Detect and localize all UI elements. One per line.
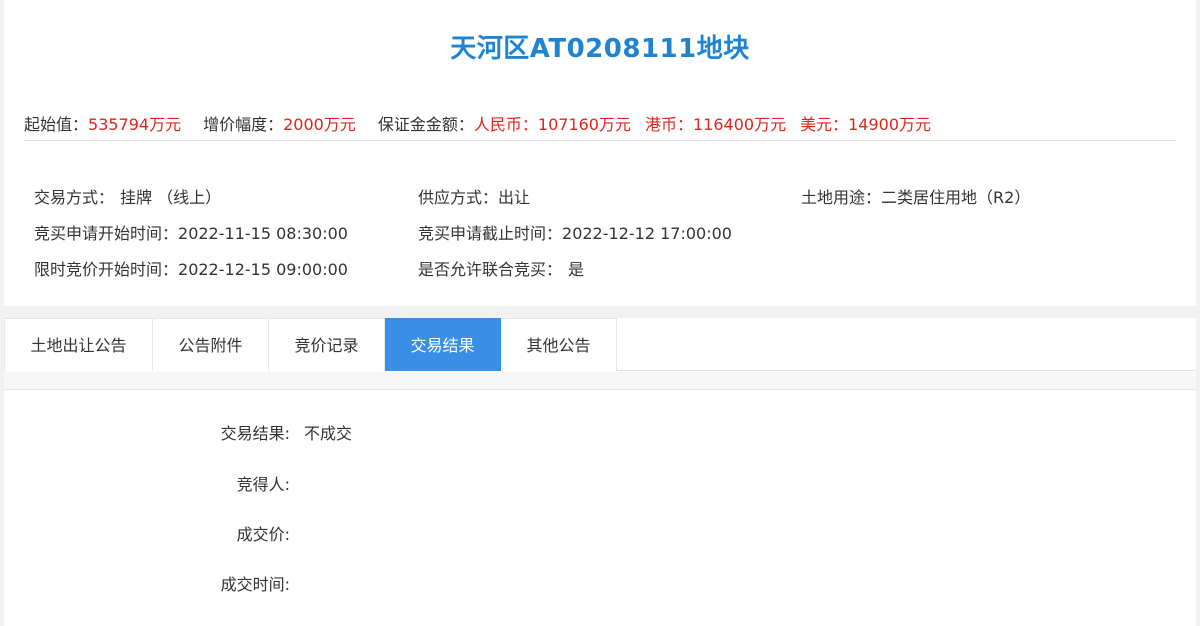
apply-start-time: 竞买申请开始时间：2022-11-15 08:30:00 [34, 220, 348, 244]
tab-announcement-attachments[interactable]: 公告附件 [153, 318, 269, 371]
apply-end-label: 竞买申请截止时间： [418, 224, 563, 243]
deposit-hkd-value: 116400万元 [693, 115, 787, 134]
result-time-row: 成交时间: [4, 571, 304, 595]
land-use-label: 土地用途： [801, 188, 882, 207]
tab-other-announcements[interactable]: 其他公告 [501, 318, 617, 371]
result-winner-label: 竞得人: [236, 475, 290, 494]
trade-method-label: 交易方式： [34, 188, 115, 207]
joint-bid-label: 是否允许联合竞买： [418, 260, 563, 279]
supply-method: 供应方式：出让 [418, 184, 530, 208]
deposit-usd-value: 14900万元 [848, 115, 932, 134]
result-price-row: 成交价: [4, 521, 304, 545]
deposit-label: 保证金金额： [377, 115, 474, 134]
joint-bid: 是否允许联合竞买： 是 [418, 256, 584, 280]
increment-label: 增价幅度： [203, 115, 284, 134]
apply-start-value: 2022-11-15 08:30:00 [178, 224, 348, 243]
tab-transaction-result[interactable]: 交易结果 [385, 318, 501, 371]
bid-start-time: 限时竞价开始时间：2022-12-15 09:00:00 [34, 256, 348, 280]
bid-start-label: 限时竞价开始时间： [34, 260, 179, 279]
divider [24, 140, 1176, 141]
deposit-hkd-label: 港币： [644, 115, 693, 134]
result-status-label: 交易结果: [220, 424, 290, 443]
deposit-rmb-value: 107160万元 [537, 115, 631, 134]
detail-panel: 土地出让公告 公告附件 竞价记录 交易结果 其他公告 交易结果: 不成交 竞得人:… [4, 318, 1196, 626]
apply-end-time: 竞买申请截止时间：2022-12-12 17:00:00 [418, 220, 732, 244]
result-price-label: 成交价: [236, 525, 290, 544]
tab-land-announcement[interactable]: 土地出让公告 [4, 318, 153, 371]
land-use: 土地用途：二类居住用地（R2） [801, 184, 1030, 208]
page-title: 天河区AT0208111地块 [450, 34, 750, 64]
trade-method: 交易方式： 挂牌 （线上） [34, 184, 221, 208]
start-price-value: 535794万元 [88, 115, 182, 134]
land-use-value: 二类居住用地（R2） [881, 188, 1031, 207]
tab-content-separator [4, 372, 1196, 390]
start-price-label: 起始值： [24, 115, 89, 134]
tab-bid-records[interactable]: 竞价记录 [269, 318, 385, 371]
deposit-rmb-label: 人民币： [473, 115, 538, 134]
deposit-usd-label: 美元： [800, 115, 849, 134]
apply-start-label: 竞买申请开始时间： [34, 224, 179, 243]
result-winner-row: 竞得人: [4, 471, 304, 495]
apply-end-value: 2022-12-12 17:00:00 [562, 224, 732, 243]
joint-bid-value: 是 [568, 260, 585, 279]
tab-bar: 土地出让公告 公告附件 竞价记录 交易结果 其他公告 [4, 318, 1196, 371]
trade-method-value: 挂牌 （线上） [120, 188, 222, 207]
result-status-value: 不成交 [304, 424, 353, 443]
land-info-panel: 天河区AT0208111地块 起始值：535794万元 增价幅度：2000万元 保证… [4, 0, 1196, 306]
supply-method-value: 出让 [498, 188, 531, 207]
result-status-row: 交易结果: 不成交 [4, 420, 352, 444]
bid-start-value: 2022-12-15 09:00:00 [178, 260, 348, 279]
increment-value: 2000万元 [283, 115, 356, 134]
result-time-label: 成交时间: [220, 575, 290, 594]
supply-method-label: 供应方式： [418, 188, 499, 207]
price-summary: 起始值：535794万元 增价幅度：2000万元 保证金金额：人民币：107160万… [24, 111, 931, 135]
